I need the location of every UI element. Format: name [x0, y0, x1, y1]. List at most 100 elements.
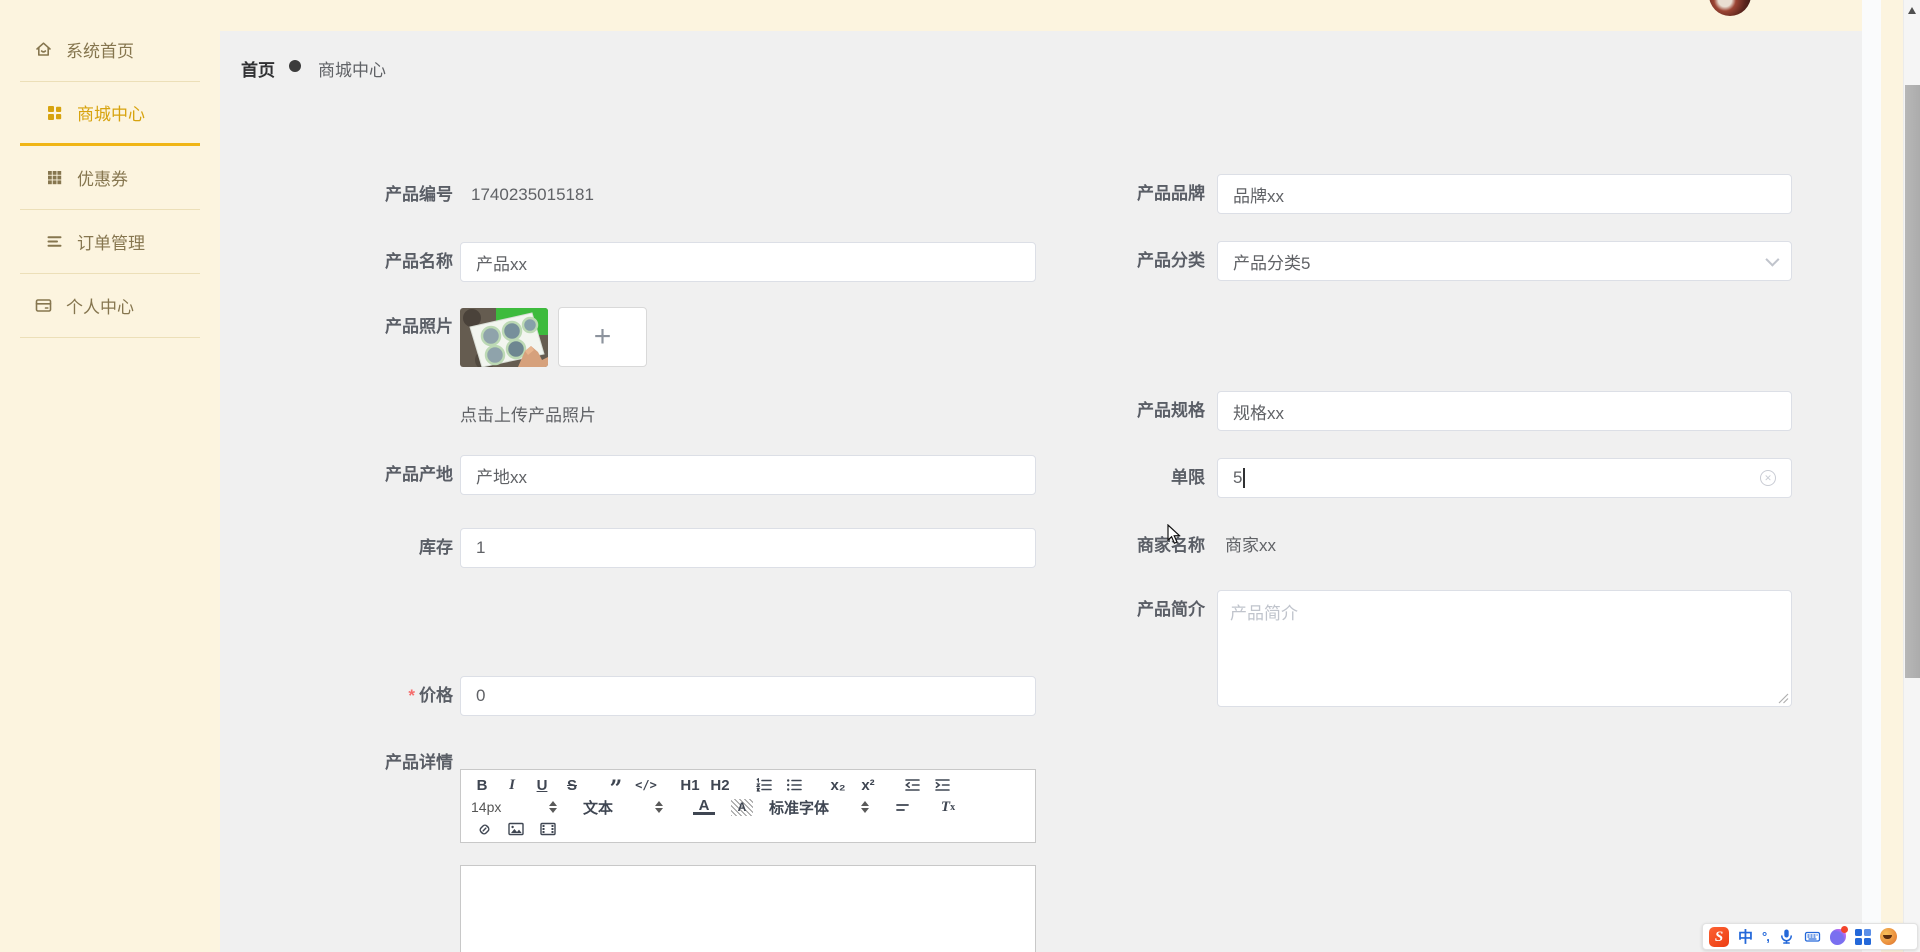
rich-text-toolbar: B I U S ” </> H1 H2 x₂ x² 14px 文本 A A 标准…	[460, 769, 1036, 843]
intro-label: 产品简介	[1137, 600, 1205, 619]
ime-toolbar: S 中 °,	[1702, 923, 1918, 950]
bold-button[interactable]: B	[471, 775, 493, 795]
category-row: 产品分类 产品分类5	[1052, 241, 1792, 281]
product-name-row: 产品名称	[300, 242, 1036, 282]
font-size-dropdown[interactable]: 14px	[471, 799, 557, 815]
sidebar-item-home[interactable]: 系统首页	[20, 18, 200, 82]
price-label: * 价格	[408, 686, 453, 705]
stock-label: 库存	[419, 538, 453, 557]
font-family-dropdown[interactable]: 标准字体	[769, 797, 869, 818]
sidebar-item-orders[interactable]: 订单管理	[20, 210, 200, 274]
breadcrumb-separator-dot	[289, 60, 301, 72]
intro-textarea[interactable]	[1217, 590, 1792, 707]
ime-skin-icon[interactable]	[1829, 925, 1848, 945]
updown-arrows-icon	[861, 801, 869, 813]
photo-upload-button[interactable]: +	[558, 307, 647, 367]
intro-row: 产品简介	[1052, 590, 1792, 707]
spec-row: 产品规格	[1052, 391, 1792, 431]
product-name-input[interactable]	[460, 242, 1036, 282]
limit-input[interactable]: 5	[1217, 458, 1792, 498]
ime-punctuation-icon[interactable]: °,	[1762, 929, 1770, 944]
keyboard-icon[interactable]	[1804, 928, 1821, 945]
link-icon[interactable]	[473, 819, 495, 839]
sogou-logo-icon[interactable]: S	[1709, 926, 1729, 947]
sidebar-item-coupons[interactable]: 优惠券	[20, 146, 200, 210]
text-cursor	[1243, 468, 1245, 488]
product-no-value: 1740235015181	[471, 185, 594, 204]
breadcrumb-current: 商城中心	[318, 61, 386, 80]
underline-button[interactable]: U	[531, 775, 553, 795]
updown-arrows-icon	[655, 801, 663, 813]
product-detail-label: 产品详情	[385, 753, 453, 772]
code-block-button[interactable]: </>	[635, 775, 657, 795]
clear-input-icon[interactable]	[1760, 470, 1776, 486]
breadcrumb-home[interactable]: 首页	[241, 56, 275, 81]
heading1-button[interactable]: H1	[679, 775, 701, 795]
product-no-label: 产品编号	[385, 185, 453, 204]
right-cream-strip	[1881, 0, 1903, 952]
updown-arrows-icon	[549, 801, 557, 813]
limit-label: 单限	[1171, 468, 1205, 487]
heading2-button[interactable]: H2	[709, 775, 731, 795]
product-origin-row: 产品产地	[300, 455, 1036, 495]
right-gutter	[1862, 0, 1881, 952]
sidebar-item-label: 系统首页	[66, 42, 134, 61]
stock-input[interactable]	[460, 528, 1036, 568]
sidebar-menu: 系统首页 商城中心 优惠券 订单管理 个人中心	[0, 0, 220, 338]
category-select[interactable]: 产品分类5	[1217, 241, 1792, 281]
rich-text-content-area[interactable]	[460, 865, 1036, 952]
category-label: 产品分类	[1137, 251, 1205, 270]
product-photo-thumbnail[interactable]	[460, 308, 548, 367]
scrollbar-up-arrow-icon[interactable]	[1908, 7, 1916, 14]
product-origin-input[interactable]	[460, 455, 1036, 495]
microphone-icon[interactable]	[1778, 928, 1795, 945]
video-icon[interactable]	[537, 819, 559, 839]
category-selected-value: 产品分类5	[1233, 253, 1311, 273]
ordered-list-icon[interactable]	[753, 775, 775, 795]
brand-label: 产品品牌	[1137, 184, 1205, 203]
user-avatar[interactable]	[1709, 0, 1751, 16]
outdent-icon[interactable]	[901, 775, 923, 795]
sidebar: 系统首页 商城中心 优惠券 订单管理 个人中心	[0, 0, 220, 952]
merchant-label: 商家名称	[1137, 536, 1205, 555]
spec-input[interactable]	[1217, 391, 1792, 431]
text-color-button[interactable]: A	[693, 798, 715, 815]
italic-button[interactable]: I	[501, 775, 523, 795]
sidebar-item-profile[interactable]: 个人中心	[20, 274, 200, 338]
product-photo-row: 产品照片 +	[300, 307, 647, 367]
image-icon[interactable]	[505, 819, 527, 839]
scrollbar-thumb[interactable]	[1905, 85, 1920, 678]
brand-row: 产品品牌	[1052, 174, 1792, 214]
ime-apps-grid-icon[interactable]	[1854, 928, 1871, 945]
strikethrough-button[interactable]: S	[561, 775, 583, 795]
page-scrollbar[interactable]	[1903, 0, 1920, 952]
header-style-dropdown[interactable]: 文本	[583, 797, 663, 818]
align-icon[interactable]	[891, 797, 913, 817]
indent-icon[interactable]	[931, 775, 953, 795]
ime-language-toggle[interactable]: 中	[1738, 926, 1753, 947]
blockquote-button[interactable]: ”	[605, 775, 627, 800]
profile-card-icon	[34, 296, 53, 315]
required-asterisk: *	[408, 686, 415, 705]
product-photo-label: 产品照片	[385, 317, 453, 336]
price-input[interactable]	[460, 676, 1036, 716]
photo-upload-hint: 点击上传产品照片	[460, 406, 596, 425]
chevron-down-icon	[1765, 252, 1780, 267]
background-color-button[interactable]: A	[731, 798, 753, 816]
limit-value: 5	[1233, 468, 1243, 487]
sidebar-item-label: 商城中心	[77, 105, 145, 124]
page: 系统首页 商城中心 优惠券 订单管理 个人中心 首页 商城中心 产品编号 174…	[0, 0, 1920, 952]
sidebar-item-label: 订单管理	[77, 234, 145, 253]
clear-format-button[interactable]: Tx	[937, 797, 959, 817]
sidebar-item-mall[interactable]: 商城中心	[20, 82, 200, 146]
top-header-bar	[220, 0, 1862, 31]
order-list-icon	[45, 232, 64, 251]
price-row: * 价格	[300, 676, 1036, 716]
home-icon	[34, 40, 53, 59]
subscript-button[interactable]: x₂	[827, 775, 849, 795]
plus-icon: +	[593, 320, 612, 353]
brand-input[interactable]	[1217, 174, 1792, 214]
ime-emoji-icon[interactable]	[1879, 928, 1897, 945]
bullet-list-icon[interactable]	[783, 775, 805, 795]
superscript-button[interactable]: x²	[857, 775, 879, 795]
